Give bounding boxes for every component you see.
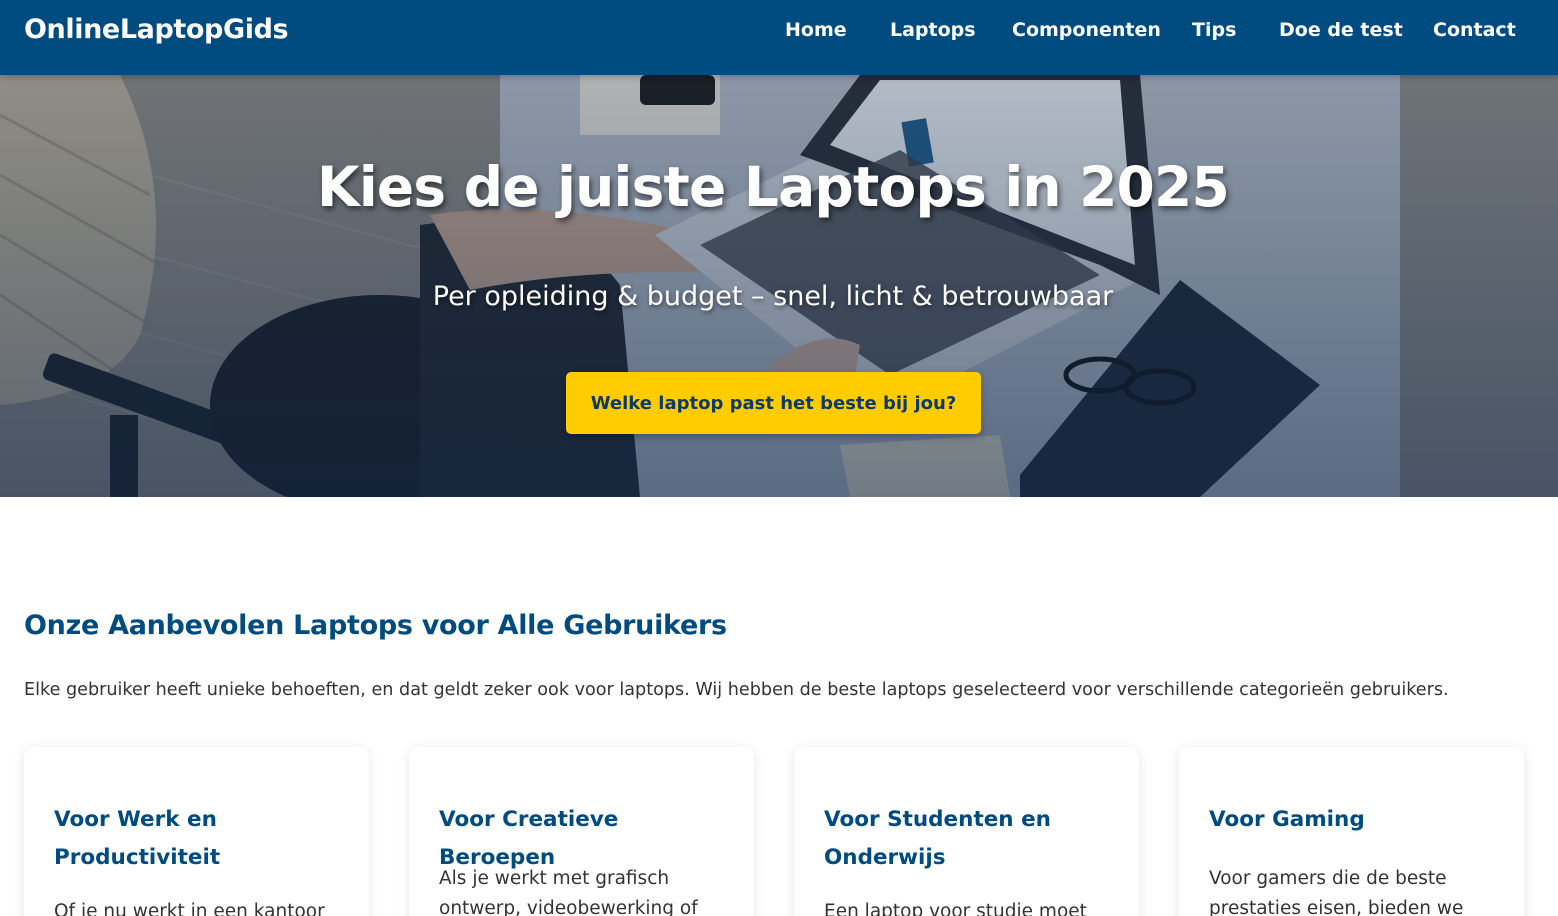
card-text: Of je nu werkt in een kantoor xyxy=(54,901,325,916)
site-header: OnlineLaptopGids Home Laptops Componente… xyxy=(0,0,1558,75)
card-creatieve-beroepen[interactable]: Voor Creatieve Beroepen Als je werkt met… xyxy=(409,747,754,916)
nav-item-componenten[interactable]: Componenten xyxy=(1012,19,1161,41)
card-title: Voor Studenten en Onderwijs xyxy=(824,807,1051,870)
card-title: Voor Gaming xyxy=(1209,807,1365,832)
site-logo[interactable]: OnlineLaptopGids xyxy=(24,14,289,45)
section-intro: Elke gebruiker heeft unieke behoeften, e… xyxy=(24,680,1449,700)
nav-item-doe-de-test[interactable]: Doe de test xyxy=(1279,19,1403,41)
card-werk-productiviteit[interactable]: Voor Werk en Productiviteit Of je nu wer… xyxy=(24,747,369,916)
card-text: Een laptop voor studie moet xyxy=(824,901,1087,916)
hero-title: Kies de juiste Laptops in 2025 xyxy=(317,155,1230,219)
hero-banner: Kies de juiste Laptops in 2025 Per oplei… xyxy=(0,75,1558,497)
card-gaming[interactable]: Voor Gaming Voor gamers die de beste pre… xyxy=(1179,747,1524,916)
nav-item-tips[interactable]: Tips xyxy=(1192,19,1236,41)
nav-item-home[interactable]: Home xyxy=(785,19,847,41)
nav-item-contact[interactable]: Contact xyxy=(1433,19,1516,41)
hero-subtitle: Per opleiding & budget – snel, licht & b… xyxy=(432,281,1114,312)
nav-item-laptops[interactable]: Laptops xyxy=(890,19,976,41)
card-text: Als je werkt met grafisch ontwerp, video… xyxy=(439,868,698,916)
section-title: Onze Aanbevolen Laptops voor Alle Gebrui… xyxy=(24,610,727,641)
card-title: Voor Werk en Productiviteit xyxy=(54,807,221,870)
card-text: Voor gamers die de beste prestaties eise… xyxy=(1209,868,1464,916)
take-test-button[interactable]: Welke laptop past het beste bij jou? xyxy=(566,372,981,434)
card-studenten-onderwijs[interactable]: Voor Studenten en Onderwijs Een laptop v… xyxy=(794,747,1139,916)
